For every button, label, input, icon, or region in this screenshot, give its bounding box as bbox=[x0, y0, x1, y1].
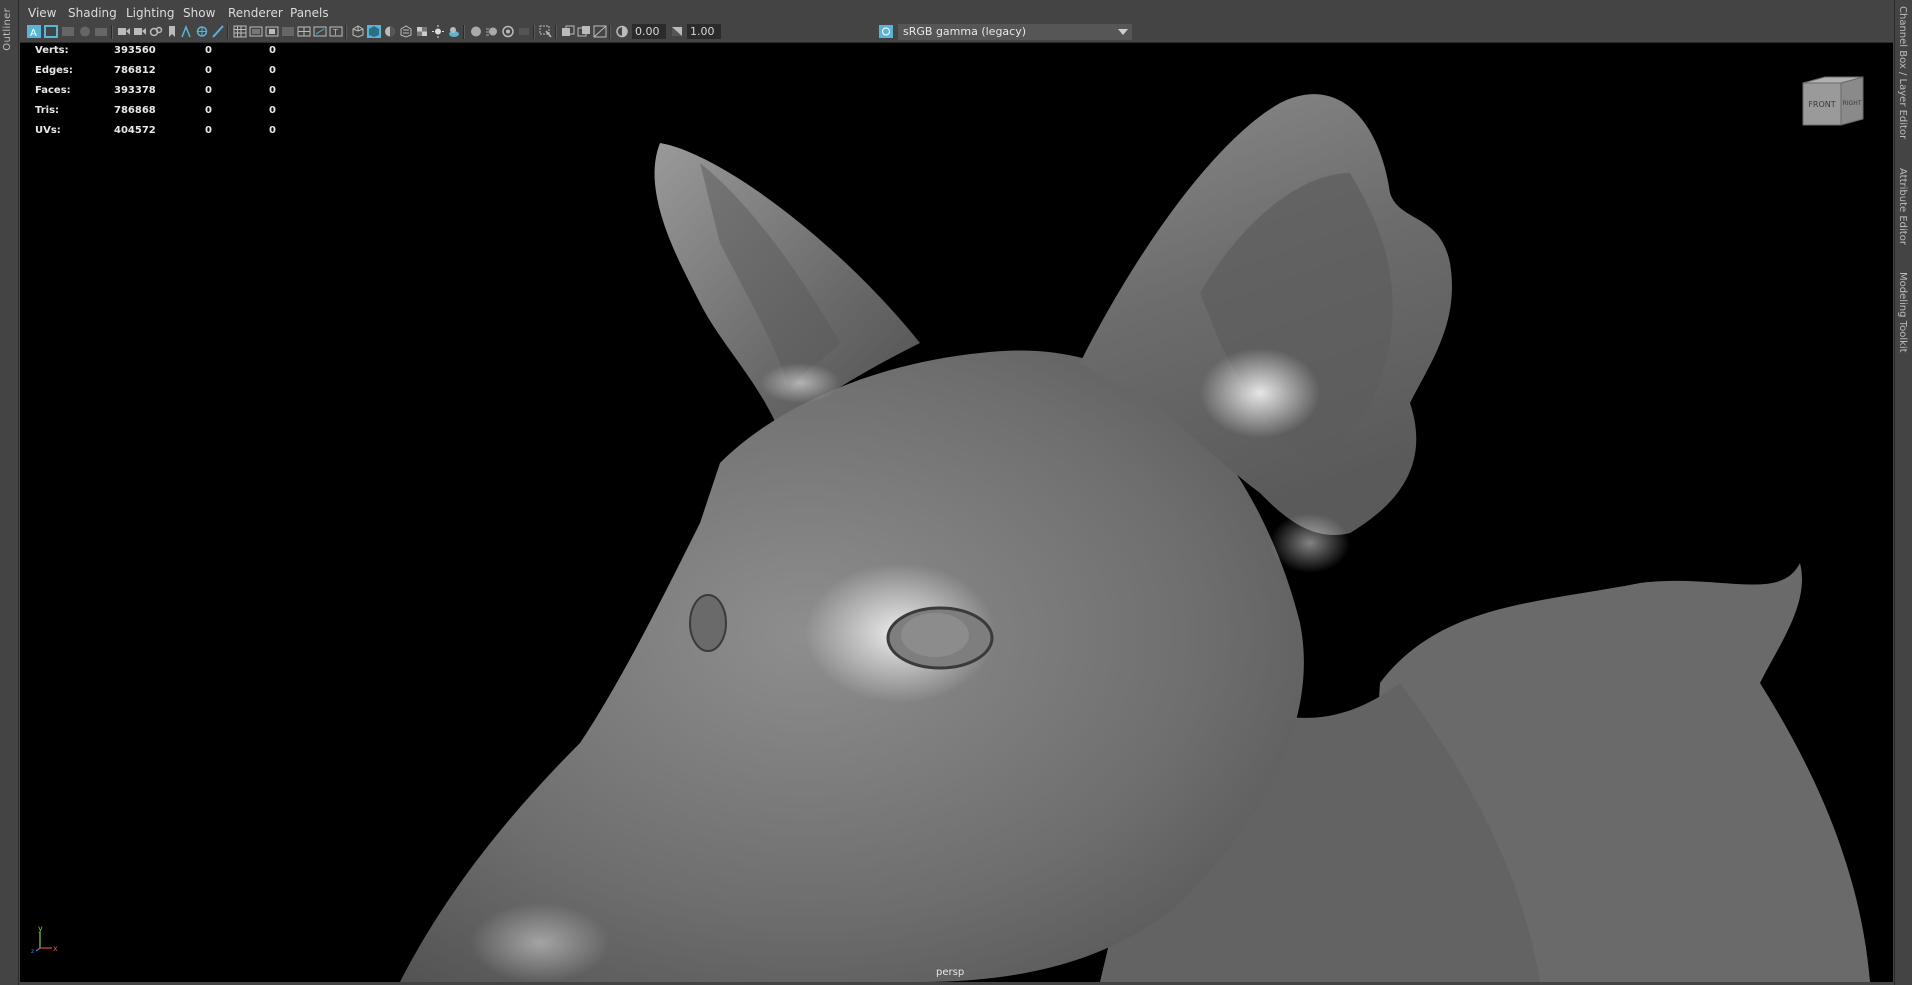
menu-lighting[interactable]: Lighting bbox=[126, 6, 175, 20]
attribute-editor-tab[interactable]: Attribute Editor bbox=[1897, 168, 1908, 245]
shadows-icon[interactable] bbox=[447, 25, 461, 38]
default-material-icon[interactable] bbox=[383, 25, 397, 38]
3d-viewport[interactable]: Verts: 393560 0 0 Edges: 786812 0 0 Face… bbox=[20, 43, 1893, 982]
camera-sequencer-icon[interactable] bbox=[149, 25, 163, 38]
hud-value: 786812 bbox=[114, 65, 156, 76]
resolution-gate-icon[interactable] bbox=[265, 25, 279, 38]
depth-of-field-icon[interactable] bbox=[517, 25, 531, 38]
camera-name-label: persp bbox=[936, 967, 965, 978]
2d-pan-zoom-icon[interactable] bbox=[117, 25, 131, 38]
svg-text:A: A bbox=[30, 28, 37, 38]
viewport-panel: View Shading Lighting Show Renderer Pane… bbox=[20, 2, 1893, 982]
svg-text:T: T bbox=[332, 28, 338, 37]
menu-shading[interactable]: Shading bbox=[68, 6, 117, 20]
lock-camera-icon[interactable] bbox=[44, 25, 58, 38]
gamma-icon[interactable] bbox=[670, 25, 684, 38]
film-gate-icon[interactable] bbox=[249, 25, 263, 38]
view-transform-value: sRGB gamma (legacy) bbox=[903, 25, 1027, 38]
textured-icon[interactable] bbox=[399, 25, 413, 38]
safe-action-icon[interactable] bbox=[313, 25, 327, 38]
xray-icon[interactable] bbox=[561, 25, 575, 38]
bookmark-icon[interactable] bbox=[165, 25, 179, 38]
hud-row-verts: Verts: 393560 0 0 bbox=[35, 45, 295, 65]
move-camera-icon[interactable] bbox=[179, 25, 193, 38]
hud-row-edges: Edges: 786812 0 0 bbox=[35, 65, 295, 85]
view-transform-dropdown[interactable]: sRGB gamma (legacy) bbox=[898, 24, 1132, 40]
hud-label: Tris: bbox=[35, 105, 60, 116]
hud-row-faces: Faces: 393378 0 0 bbox=[35, 85, 295, 105]
hud-value: 0 bbox=[269, 65, 276, 76]
menu-view[interactable]: View bbox=[28, 6, 56, 20]
xray-components-icon[interactable] bbox=[593, 25, 607, 38]
chevron-down-icon bbox=[1118, 29, 1128, 35]
hud-value: 0 bbox=[205, 85, 212, 96]
exposure-field[interactable]: 0.00 bbox=[632, 24, 666, 39]
smooth-shade-icon[interactable] bbox=[367, 25, 381, 38]
bookmarks-icon[interactable] bbox=[78, 25, 92, 38]
hud-label: Edges: bbox=[35, 65, 73, 76]
outliner-tab[interactable]: Outliner bbox=[2, 8, 13, 51]
camera-attributes-icon[interactable] bbox=[61, 25, 75, 38]
exposure-icon[interactable] bbox=[615, 25, 629, 38]
checker-icon[interactable] bbox=[415, 25, 429, 38]
gamma-field[interactable]: 1.00 bbox=[687, 24, 721, 39]
hud-value: 404572 bbox=[114, 125, 156, 136]
hud-value: 786868 bbox=[114, 105, 156, 116]
color-management-icon[interactable] bbox=[879, 25, 893, 38]
axis-z-label: z bbox=[31, 948, 34, 954]
panel-menubar: View Shading Lighting Show Renderer Pane… bbox=[20, 2, 1893, 22]
hud-value: 0 bbox=[205, 65, 212, 76]
dog-head-sculpt-model bbox=[400, 94, 1870, 982]
lights-icon[interactable] bbox=[431, 25, 445, 38]
hud-value: 0 bbox=[269, 85, 276, 96]
right-sidebar: Channel Box / Layer Editor Attribute Edi… bbox=[1894, 0, 1912, 985]
hud-value: 0 bbox=[269, 105, 276, 116]
modeling-toolkit-tab[interactable]: Modeling Toolkit bbox=[1897, 272, 1908, 353]
hud-value: 0 bbox=[269, 125, 276, 136]
viewcube-right-label: RIGHT bbox=[1843, 100, 1862, 107]
axis-x-label: x bbox=[53, 944, 58, 953]
hud-label: Verts: bbox=[35, 45, 69, 56]
hud-value: 0 bbox=[269, 45, 276, 56]
field-chart-icon[interactable] bbox=[297, 25, 311, 38]
channel-box-tab[interactable]: Channel Box / Layer Editor bbox=[1897, 6, 1908, 139]
hud-value: 0 bbox=[205, 105, 212, 116]
tumble-icon[interactable] bbox=[195, 25, 209, 38]
isolate-select-icon[interactable] bbox=[539, 25, 553, 38]
hud-label: UVs: bbox=[35, 125, 61, 136]
hud-row-tris: Tris: 786868 0 0 bbox=[35, 105, 295, 125]
grease-pencil-icon[interactable] bbox=[133, 25, 147, 38]
wireframe-icon[interactable] bbox=[351, 25, 365, 38]
motion-blur-icon[interactable] bbox=[485, 25, 499, 38]
menu-renderer[interactable]: Renderer bbox=[228, 6, 283, 20]
grid-icon[interactable] bbox=[233, 25, 247, 38]
viewcube-front-label: FRONT bbox=[1808, 100, 1835, 109]
menu-panels[interactable]: Panels bbox=[290, 6, 329, 20]
axis-gizmo: y x z bbox=[31, 924, 58, 954]
hud-value: 0 bbox=[205, 125, 212, 136]
select-camera-icon[interactable]: A bbox=[27, 25, 41, 38]
hud-value: 393560 bbox=[114, 45, 156, 56]
outliner-sidebar[interactable]: Outliner bbox=[0, 0, 19, 985]
safe-title-icon[interactable]: T bbox=[329, 25, 343, 38]
panel-toolbar: A T 0.00 1.00 sRGB gamma (legacy) bbox=[20, 22, 1893, 43]
hud-value: 0 bbox=[205, 45, 212, 56]
poly-count-hud: Verts: 393560 0 0 Edges: 786812 0 0 Face… bbox=[35, 45, 295, 145]
hud-row-uvs: UVs: 404572 0 0 bbox=[35, 125, 295, 145]
view-cube[interactable]: FRONT RIGHT bbox=[1801, 73, 1867, 129]
gate-mask-icon[interactable] bbox=[281, 25, 295, 38]
xray-joints-icon[interactable] bbox=[577, 25, 591, 38]
image-plane-icon[interactable] bbox=[94, 25, 108, 38]
paint-brush-icon[interactable] bbox=[211, 25, 225, 38]
hud-value: 393378 bbox=[114, 85, 156, 96]
axis-y-label: y bbox=[38, 924, 43, 933]
anti-aliasing-icon[interactable] bbox=[501, 25, 515, 38]
menu-show[interactable]: Show bbox=[183, 6, 215, 20]
ambient-occlusion-icon[interactable] bbox=[469, 25, 483, 38]
hud-label: Faces: bbox=[35, 85, 71, 96]
